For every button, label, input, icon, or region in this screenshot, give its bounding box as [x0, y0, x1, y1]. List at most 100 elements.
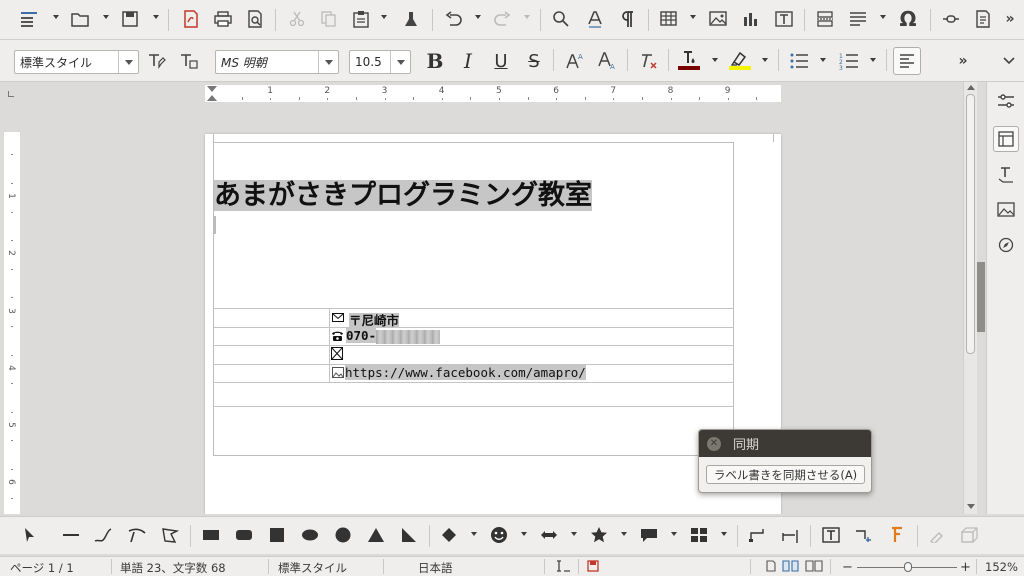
indent-marker-bottom-icon[interactable]	[207, 95, 217, 101]
line-ends-icon[interactable]	[777, 522, 803, 548]
navigator-icon[interactable]	[993, 232, 1019, 258]
circle-icon[interactable]	[330, 522, 356, 548]
print-icon[interactable]	[210, 6, 236, 32]
update-style-icon[interactable]	[144, 48, 170, 74]
insert-mode-icon[interactable]	[555, 559, 571, 576]
indent-marker-icon[interactable]	[207, 86, 217, 92]
open-icon[interactable]	[67, 6, 93, 32]
language-status[interactable]: 日本語	[418, 560, 453, 576]
paste-icon[interactable]	[348, 6, 374, 32]
insert-image-icon[interactable]	[705, 6, 731, 32]
document-title[interactable]: あまがさきプログラミング教室	[214, 180, 592, 211]
insert-field-icon[interactable]	[845, 6, 871, 32]
block-arrows-icon[interactable]	[536, 522, 562, 548]
export-pdf-icon[interactable]	[178, 6, 204, 32]
page-sidebar-icon[interactable]	[993, 162, 1019, 188]
paragraph-style-dropdown-icon[interactable]	[118, 51, 138, 73]
font-color-icon[interactable]	[676, 48, 702, 74]
connector-icon[interactable]	[744, 522, 770, 548]
bullet-list-icon[interactable]	[786, 48, 812, 74]
zoom-slider[interactable]	[857, 562, 957, 572]
word-count-status[interactable]: 単語 23、文字数 68	[120, 560, 226, 576]
find-replace-icon[interactable]	[548, 6, 574, 32]
scrollbar-thumb[interactable]	[966, 94, 975, 354]
page[interactable]: あまがさきプログラミング教室 〒尼崎市 070- https://www.fac…	[205, 134, 781, 514]
insert-hyperlink-icon[interactable]	[938, 6, 964, 32]
zoom-out-button[interactable]: −	[842, 560, 853, 575]
basic-shapes-dropdown-arrow[interactable]	[471, 532, 477, 536]
stars-icon[interactable]	[586, 522, 612, 548]
formatting-marks-icon[interactable]	[615, 6, 641, 32]
close-icon[interactable]: ✕	[707, 436, 721, 451]
save-dropdown-arrow[interactable]	[153, 15, 159, 19]
underline-icon[interactable]: U	[488, 48, 514, 74]
font-name-combo[interactable]: MS 明朝	[215, 50, 339, 74]
book-view-icon[interactable]	[805, 560, 823, 575]
print-preview-icon[interactable]	[242, 6, 268, 32]
line-icon[interactable]	[58, 522, 84, 548]
page-style-status[interactable]: 標準スタイル	[278, 560, 347, 576]
symbol-shapes-icon[interactable]	[486, 522, 512, 548]
multi-page-view-icon[interactable]	[782, 560, 800, 575]
insert-comment-icon[interactable]	[851, 522, 877, 548]
callout-dropdown-arrow[interactable]	[671, 532, 677, 536]
highlight-color-icon[interactable]	[727, 48, 753, 74]
font-size-combo[interactable]: 10.5	[349, 50, 411, 74]
paste-dropdown-arrow[interactable]	[381, 15, 387, 19]
font-color-dropdown-arrow[interactable]	[712, 58, 718, 62]
italic-icon[interactable]: I	[455, 48, 481, 74]
draw-textbox-icon[interactable]	[818, 522, 844, 548]
open-dropdown-arrow[interactable]	[103, 15, 109, 19]
zoom-in-button[interactable]: +	[960, 560, 971, 575]
font-name-dropdown-icon[interactable]	[318, 51, 338, 73]
freeform-line-icon[interactable]	[90, 522, 116, 548]
triangle-icon[interactable]	[363, 522, 389, 548]
highlight-dropdown-arrow[interactable]	[762, 58, 768, 62]
insert-page-break-icon[interactable]	[812, 6, 838, 32]
special-character-icon[interactable]: Ω	[895, 6, 921, 32]
undo-icon[interactable]	[440, 6, 466, 32]
properties-icon[interactable]	[993, 88, 1019, 114]
rounded-rectangle-icon[interactable]	[231, 522, 257, 548]
align-left-icon[interactable]	[893, 47, 921, 75]
insert-footnote-icon[interactable]	[970, 6, 996, 32]
stars-dropdown-arrow[interactable]	[621, 532, 627, 536]
callout-shapes-icon[interactable]	[636, 522, 662, 548]
insert-chart-icon[interactable]	[738, 6, 764, 32]
numbered-list-icon[interactable]: 123	[836, 48, 862, 74]
more-formatting-icon[interactable]: »	[950, 48, 976, 74]
font-size-dropdown-icon[interactable]	[390, 51, 410, 73]
toggle-extrusion-icon[interactable]	[957, 522, 983, 548]
fontwork-icon[interactable]	[884, 522, 910, 548]
toggle-menu-icon[interactable]	[16, 6, 42, 32]
document-modified-icon[interactable]	[587, 560, 599, 575]
facebook-url-text[interactable]: https://www.facebook.com/amapro/	[345, 365, 586, 380]
vertical-ruler[interactable]: 1 2 3 4 5 6	[4, 132, 20, 514]
gallery-icon[interactable]	[993, 197, 1019, 223]
zoom-level-status[interactable]: 152%	[985, 560, 1018, 574]
block-arrows-dropdown-arrow[interactable]	[571, 532, 577, 536]
redo-dropdown-arrow[interactable]	[524, 15, 530, 19]
undo-dropdown-arrow[interactable]	[475, 15, 481, 19]
horizontal-ruler[interactable]: 1 2 3 4 5 6 7 8 9	[205, 85, 781, 102]
basic-shapes-icon[interactable]	[436, 522, 462, 548]
cut-icon[interactable]	[284, 6, 310, 32]
bullet-list-dropdown-arrow[interactable]	[820, 58, 826, 62]
redo-icon[interactable]	[490, 6, 516, 32]
polygon-icon[interactable]	[157, 522, 183, 548]
sidebar-collapse-handle[interactable]	[977, 262, 985, 332]
clear-formatting-icon[interactable]	[636, 48, 662, 74]
strikethrough-icon[interactable]: S	[521, 48, 547, 74]
more-options-icon[interactable]: »	[997, 6, 1023, 32]
field-dropdown-arrow[interactable]	[880, 15, 886, 19]
address-text[interactable]: 〒尼崎市	[349, 313, 400, 328]
square-icon[interactable]	[264, 522, 290, 548]
subscript-icon[interactable]: A	[594, 48, 620, 74]
copy-icon[interactable]	[316, 6, 342, 32]
zoom-slider-handle[interactable]	[904, 562, 912, 572]
styles-icon[interactable]	[993, 126, 1019, 152]
select-arrow-icon[interactable]	[17, 522, 43, 548]
page-count-status[interactable]: ページ 1 / 1	[10, 560, 74, 576]
flowchart-icon[interactable]	[686, 522, 712, 548]
symbol-shapes-dropdown-arrow[interactable]	[521, 532, 527, 536]
